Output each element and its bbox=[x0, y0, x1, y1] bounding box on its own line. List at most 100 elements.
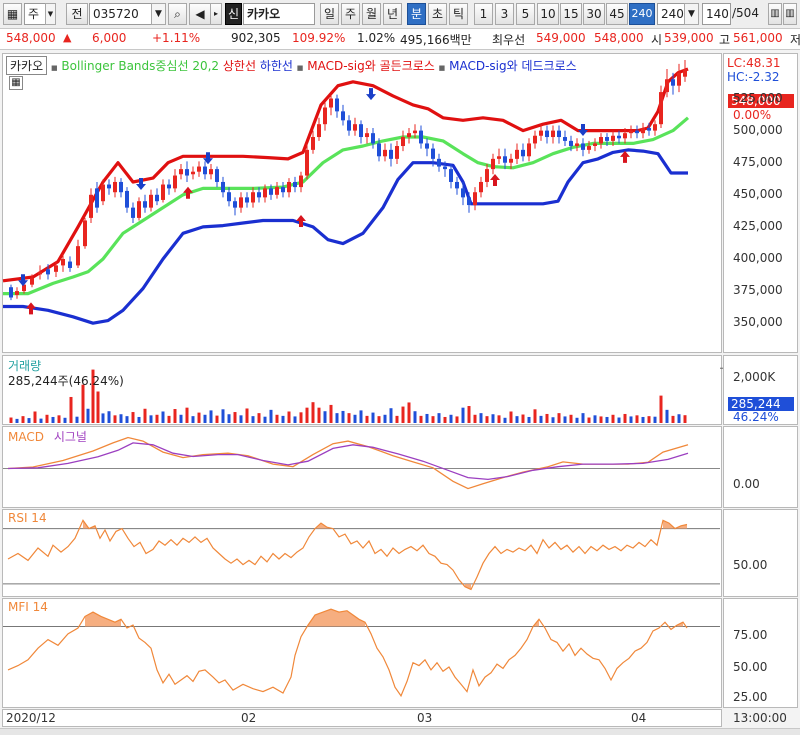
volume-bar bbox=[269, 409, 273, 423]
volume-bar bbox=[605, 416, 609, 423]
volume-bar bbox=[125, 416, 129, 423]
volume-bar bbox=[455, 416, 459, 423]
candle-body bbox=[491, 158, 495, 170]
x-label-dec: 2020/12 bbox=[6, 711, 56, 725]
candle-body bbox=[377, 143, 381, 157]
volume-bar bbox=[15, 418, 19, 423]
volume-bar bbox=[245, 408, 249, 423]
volume-bar bbox=[215, 415, 219, 423]
volume-axis-label: 2,000K bbox=[733, 370, 776, 384]
volume-bar bbox=[143, 408, 147, 423]
candle-body bbox=[581, 143, 585, 150]
volume-bar bbox=[149, 415, 153, 423]
volume-bar bbox=[81, 384, 85, 423]
volume-bar bbox=[209, 410, 213, 423]
candle-body bbox=[431, 148, 435, 159]
volume-bar bbox=[251, 416, 255, 423]
rsi-line bbox=[7, 519, 688, 591]
volume-bar bbox=[137, 416, 141, 423]
candle-body bbox=[401, 137, 405, 147]
price-tick-label: 525,000 bbox=[733, 90, 783, 105]
volume-bar bbox=[551, 417, 555, 423]
volume-bar bbox=[443, 416, 447, 423]
volume-bar bbox=[281, 415, 285, 423]
volume-bar bbox=[533, 409, 537, 423]
candle-body bbox=[605, 137, 609, 141]
candle-body bbox=[479, 181, 483, 193]
volume-bar bbox=[191, 416, 195, 423]
dead-cross-arrow-icon bbox=[18, 274, 28, 287]
volume-value: 285,244주(46.24%) bbox=[8, 374, 124, 388]
candle-body bbox=[665, 79, 669, 93]
candle-body bbox=[30, 278, 34, 285]
legend-stock: 카카오 bbox=[6, 56, 48, 75]
candle-body bbox=[575, 143, 579, 147]
candle-body bbox=[15, 291, 19, 295]
volume-pct: 46.24% bbox=[733, 410, 779, 424]
volume-bar bbox=[575, 417, 579, 423]
volume-bar bbox=[311, 402, 315, 423]
volume-bar bbox=[75, 416, 79, 423]
candle-body bbox=[425, 143, 429, 149]
volume-bar bbox=[197, 412, 201, 423]
candle-body bbox=[599, 137, 603, 144]
scrollbar[interactable] bbox=[0, 728, 800, 735]
volume-bar bbox=[299, 412, 303, 423]
candle-body bbox=[287, 181, 291, 193]
volume-bar bbox=[155, 414, 159, 423]
volume-bar bbox=[509, 411, 513, 423]
legend-bb-upper: 상한선 bbox=[222, 59, 257, 73]
candle-body bbox=[191, 171, 195, 175]
candle-body bbox=[119, 181, 123, 193]
volume-bar bbox=[365, 415, 369, 423]
volume-bar bbox=[239, 415, 243, 423]
bb-mid-line bbox=[3, 116, 690, 296]
volume-bar bbox=[479, 413, 483, 423]
candle-body bbox=[68, 261, 72, 268]
candle-body bbox=[38, 271, 42, 275]
volume-bar bbox=[569, 414, 573, 423]
candle-body bbox=[677, 72, 681, 86]
volume-bar bbox=[119, 414, 123, 423]
volume-bar bbox=[317, 407, 321, 423]
volume-bar bbox=[617, 417, 621, 423]
candle-body bbox=[161, 184, 165, 200]
candle-body bbox=[167, 184, 171, 189]
volume-bar bbox=[45, 414, 49, 423]
volume-bar bbox=[683, 415, 687, 423]
volume-bar bbox=[107, 411, 111, 423]
candle-body bbox=[46, 269, 50, 275]
candle-body bbox=[221, 181, 225, 193]
candle-body bbox=[179, 169, 183, 175]
candle-body bbox=[485, 169, 489, 182]
volume-bar bbox=[359, 410, 363, 423]
volume-bar bbox=[341, 410, 345, 423]
candle-body bbox=[623, 133, 627, 139]
x-label-feb: 02 bbox=[241, 711, 257, 725]
volume-bar bbox=[113, 415, 117, 423]
candle-body bbox=[257, 192, 261, 198]
table-icon[interactable]: ▦ bbox=[9, 76, 23, 90]
candle-body bbox=[347, 120, 351, 131]
candle-body bbox=[467, 197, 471, 206]
volume-bar bbox=[86, 408, 90, 423]
volume-bar bbox=[413, 411, 417, 423]
volume-bar bbox=[185, 407, 189, 423]
volume-bar bbox=[635, 415, 639, 423]
volume-bar bbox=[131, 412, 135, 423]
volume-bar bbox=[659, 395, 663, 423]
volume-bar bbox=[335, 413, 339, 423]
volume-bar bbox=[647, 416, 651, 423]
volume-bar bbox=[51, 416, 55, 423]
volume-bar bbox=[461, 407, 465, 423]
volume-bar bbox=[233, 412, 237, 423]
signal-line bbox=[7, 442, 689, 481]
volume-bar bbox=[383, 414, 387, 423]
hc-label: HC:-2.32 bbox=[727, 70, 780, 84]
bb-upper-line bbox=[2, 67, 689, 283]
volume-bar bbox=[521, 414, 525, 423]
candle-body bbox=[383, 149, 387, 157]
candle-body bbox=[101, 184, 105, 202]
candle-body bbox=[293, 181, 297, 188]
volume-bar bbox=[623, 413, 627, 423]
